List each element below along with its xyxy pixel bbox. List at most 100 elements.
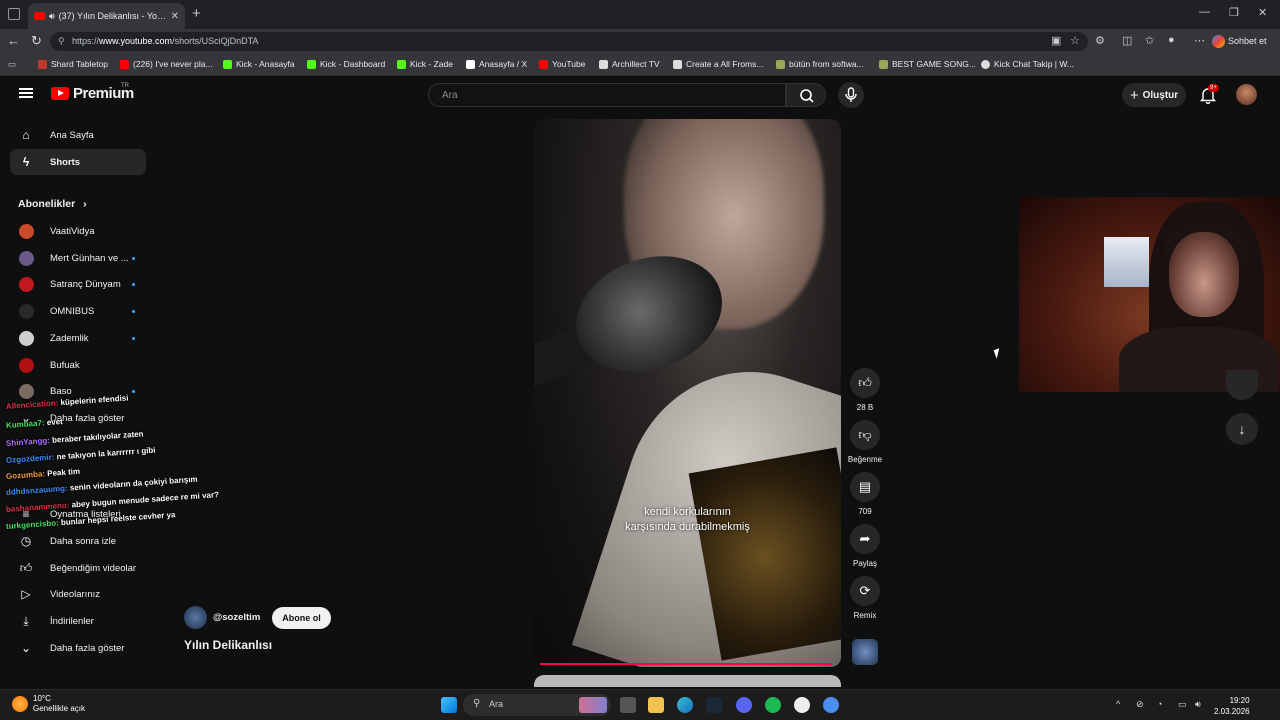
search-input[interactable]: Ara	[428, 83, 786, 107]
tray-icon[interactable]: ⊘	[1136, 699, 1144, 710]
site-info-icon[interactable]: ⚲	[58, 36, 65, 47]
bookmark-label: (226) I've never pla...	[133, 59, 213, 69]
subscription-item[interactable]: Satranç Dünyam	[10, 271, 146, 297]
sidebar-item-label: Shorts	[50, 156, 81, 168]
sidebar-item-liked-videos[interactable]: 👍︎ Beğendiğim videolar	[10, 555, 146, 581]
copilot-chat-button[interactable]: Sohbet et	[1212, 31, 1276, 51]
workspace-icon[interactable]	[8, 8, 20, 20]
network-icon[interactable]: ▭	[1178, 699, 1187, 710]
next-short-preview[interactable]	[534, 675, 841, 687]
sidebar-item-show-more[interactable]: ⌄ Daha fazla göster	[10, 635, 146, 661]
like-button[interactable]: 👍︎	[850, 368, 880, 398]
discord-icon[interactable]	[736, 697, 752, 713]
new-tab-icon[interactable]: +	[192, 5, 201, 22]
spotify-icon[interactable]	[765, 697, 781, 713]
subscribe-button[interactable]: Abone ol	[272, 606, 331, 629]
sidebar-item-downloads[interactable]: ⤓ İndirilenler	[10, 608, 146, 634]
youtube-play-icon	[51, 87, 69, 100]
previous-short-button[interactable]	[1226, 370, 1258, 400]
share-action: ➦ Paylaş	[850, 524, 880, 568]
url-field[interactable]: ⚲ https://www.youtube.com/shorts/USciQjD…	[50, 32, 1088, 51]
close-window-icon[interactable]: ✕	[1258, 6, 1267, 19]
shorts-video-player[interactable]: kendi korkularının karşısında durabilmek…	[534, 119, 841, 667]
weather-widget[interactable]: 10°C Genellikle açık	[12, 694, 85, 714]
volume-icon[interactable]: 🔊︎	[1195, 699, 1201, 710]
search-icon: ⚲	[473, 698, 481, 709]
tray-expand-icon[interactable]: ^	[1116, 699, 1120, 709]
favorite-star-icon[interactable]: ☆	[1070, 34, 1080, 47]
profile-icon[interactable]: ●	[1168, 34, 1175, 46]
subscription-item[interactable]: Zademlik	[10, 325, 146, 351]
bookmark-favicon-icon	[776, 59, 785, 69]
tray-icon[interactable]: ◔	[1157, 699, 1162, 709]
restore-icon[interactable]: ❐	[1229, 6, 1239, 19]
subscription-item[interactable]: Mert Günhan ve ...	[10, 245, 146, 271]
favorites-icon[interactable]: ✩	[1145, 34, 1154, 47]
subscription-item[interactable]: VaatiVidya	[10, 218, 146, 244]
bookmark-item[interactable]: BEST GAME SONG...	[879, 59, 976, 69]
sidebar-item-shorts[interactable]: ϟ Shorts	[10, 149, 146, 175]
sidebar-item-label: Daha sonra izle	[50, 535, 117, 547]
dislike-button[interactable]: 👎︎	[850, 420, 880, 450]
bookmark-item[interactable]: Kick - Zade	[397, 59, 453, 69]
extensions-icon[interactable]: ⚙	[1095, 34, 1105, 47]
more-menu-icon[interactable]: ⋯	[1194, 34, 1205, 47]
taskbar-clock[interactable]: 19:20 2.03.2026	[1214, 695, 1250, 717]
webcam-background-screen	[1104, 237, 1149, 287]
minimize-icon[interactable]: —	[1199, 6, 1210, 18]
like-action: 👍︎ 28 B	[850, 368, 880, 412]
bookmark-item[interactable]: bütün from softwa...	[776, 59, 864, 69]
subscriptions-heading[interactable]: Abonelikler ›	[18, 198, 87, 210]
edge-icon[interactable]	[677, 697, 693, 713]
bookmark-label: YouTube	[552, 59, 586, 69]
sidebar-item-home[interactable]: ⌂ Ana Sayfa	[10, 122, 146, 148]
notification-count-badge: 9+	[1208, 84, 1219, 92]
speaker-icon[interactable]: 🔊︎	[49, 11, 55, 22]
subscription-item[interactable]: Bufuak	[10, 352, 146, 378]
share-button[interactable]: ➦	[850, 524, 880, 554]
voice-search-button[interactable]	[838, 82, 864, 108]
video-progress-bar[interactable]	[540, 663, 833, 665]
create-button[interactable]: + Oluştur	[1122, 83, 1186, 107]
next-short-button[interactable]: ↓	[1226, 413, 1258, 445]
bookmark-label: Kick - Zade	[410, 59, 453, 69]
bookmark-item[interactable]: Create a All Froms...	[673, 59, 763, 69]
search-button[interactable]	[786, 83, 826, 107]
remix-button[interactable]: ⟳	[850, 576, 880, 606]
app-icon[interactable]	[823, 697, 839, 713]
sound-thumbnail[interactable]	[852, 639, 878, 665]
task-view-icon[interactable]	[620, 697, 636, 713]
chat-message: ShinYangg: beraber takılıyolar zaten	[6, 429, 144, 448]
video-title[interactable]: Yılın Delikanlısı	[184, 638, 272, 652]
sidebar-item-watch-later[interactable]: ◷ Daha sonra izle	[10, 528, 146, 554]
file-explorer-icon[interactable]	[648, 697, 664, 713]
bookmark-item[interactable]: YouTube	[539, 59, 585, 69]
back-icon[interactable]: ←	[7, 33, 20, 48]
channel-handle[interactable]: @sozeltim	[213, 612, 260, 623]
bookmark-item[interactable]: Archillect TV	[599, 59, 660, 69]
app-install-icon[interactable]: ▣	[1051, 34, 1061, 47]
bookmark-item[interactable]: Shard Tabletop	[38, 59, 108, 69]
menu-icon[interactable]	[19, 88, 33, 98]
subscription-item[interactable]: OMNIBUS	[10, 298, 146, 324]
bookmark-item[interactable]: Kick - Dashboard	[307, 59, 385, 69]
subscription-label: Satranç Dünyam	[50, 278, 121, 290]
close-tab-icon[interactable]: ✕	[171, 11, 179, 22]
sidebar-item-your-videos[interactable]: ▷ Videolarınız	[10, 581, 146, 607]
reload-icon[interactable]: ↻	[31, 33, 42, 49]
split-screen-icon[interactable]: ◫	[1122, 34, 1132, 47]
comments-button[interactable]: ▤	[850, 472, 880, 502]
bookmark-item[interactable]: Kick - Anasayfa	[223, 59, 295, 69]
account-avatar[interactable]	[1236, 84, 1257, 105]
temperature: 10°C	[33, 694, 51, 703]
unreal-engine-icon[interactable]	[794, 697, 810, 713]
browser-tab[interactable]: 🔊︎ (37) Yılın Delikanlısı - YouTube ✕	[28, 3, 185, 29]
channel-avatar[interactable]	[184, 606, 207, 629]
steam-icon[interactable]	[706, 697, 722, 713]
bookmark-item[interactable]: (226) I've never pla...	[120, 59, 213, 69]
bookmark-item[interactable]: Anasayfa / X	[466, 59, 527, 69]
bookmarks-menu-icon[interactable]: ▭	[8, 59, 16, 70]
start-menu-icon[interactable]	[441, 697, 457, 713]
bookmark-favicon-icon	[38, 59, 47, 69]
bookmark-item[interactable]: Kick Chat Takip | W...	[981, 59, 1074, 69]
